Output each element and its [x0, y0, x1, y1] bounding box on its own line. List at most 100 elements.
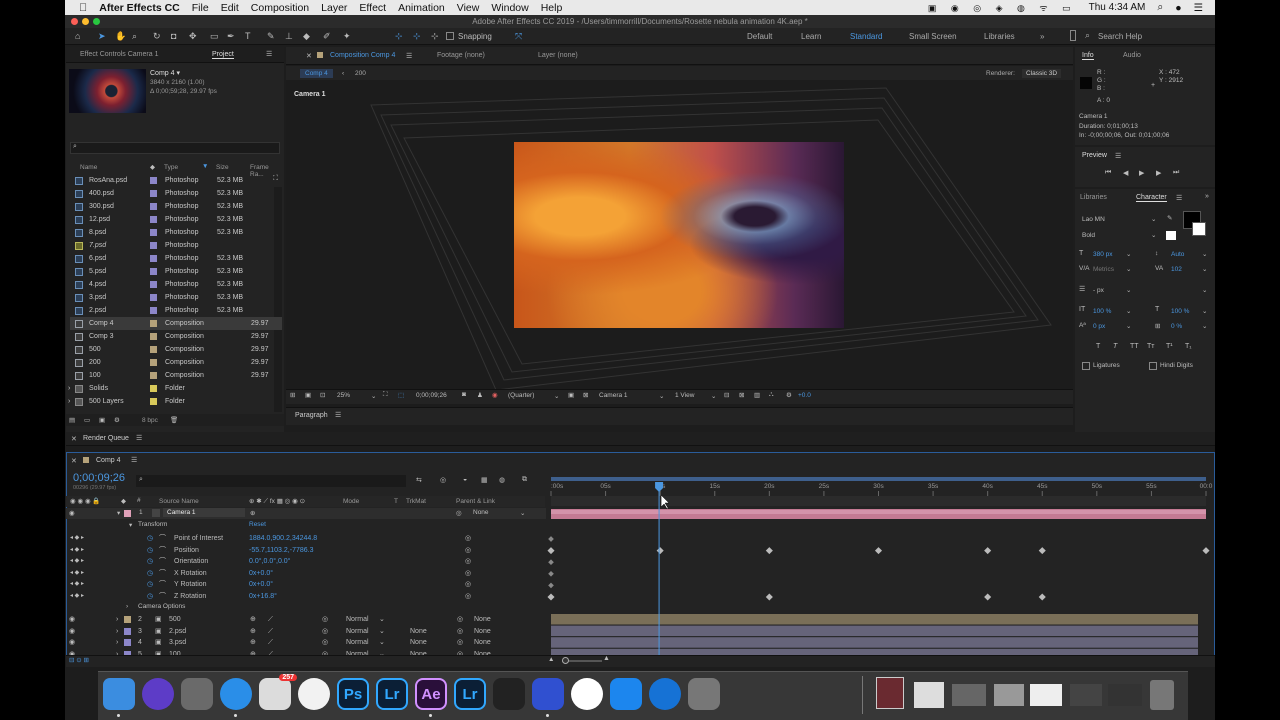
keyframe-navigator-icon[interactable]: ◂ ◆ ▸ [70, 545, 84, 557]
dock-doc-thumbnail-4[interactable] [994, 684, 1024, 706]
project-item[interactable]: 500 Layers Folder › [68, 395, 282, 408]
tab-info[interactable]: Info [1082, 52, 1094, 60]
workspace-small-screen[interactable]: Small Screen [909, 32, 957, 41]
tab-layer[interactable]: Layer (none) [538, 52, 578, 59]
timeline-footer-icons[interactable]: ⊟ ⊙ ⊞ [69, 656, 89, 664]
roi-icon[interactable]: ▣ [568, 391, 574, 399]
camera-options-twirl-icon[interactable]: › [126, 603, 128, 610]
mode-chevron-icon[interactable]: ⌄ [379, 626, 385, 638]
dock-finder-icon[interactable] [103, 678, 135, 710]
property-row[interactable]: ◂ ◆ ▸ ◷ ⌒ Z Rotation 0x+16.8° ◎ [66, 591, 1215, 603]
layer-twirl-icon[interactable]: › [116, 626, 118, 638]
menu-layer[interactable]: Layer [321, 2, 347, 14]
label-color-swatch[interactable] [150, 177, 157, 184]
search-help-icon[interactable]: ⌕ [1085, 30, 1090, 41]
layer-twirl-icon[interactable]: › [116, 614, 118, 626]
keyframe-navigator-icon[interactable]: ◂ ◆ ▸ [70, 556, 84, 568]
layer-row[interactable]: ◉ › 2 ▣ 500 ⊕ ⟋ ◎ Normal ⌄ None ◎ [66, 614, 1215, 626]
label-color-swatch[interactable] [124, 627, 131, 635]
3d-layer-icon[interactable]: ◎ [322, 626, 328, 638]
collapse-switch-icon[interactable]: ⊕ [250, 637, 256, 649]
apple-icon[interactable]:  [79, 2, 87, 14]
label-color-swatch[interactable] [124, 639, 131, 647]
project-item[interactable]: 5.psd Photoshop 52.3 MB [70, 265, 282, 278]
always-preview-icon[interactable]: ⊞ [290, 391, 295, 399]
region-icon[interactable]: ▣ [305, 391, 311, 399]
font-family-dropdown[interactable]: Lao MN [1082, 216, 1105, 223]
project-item[interactable]: 500 Composition 29.97 [70, 343, 282, 356]
prev-frame-icon[interactable]: ◀ [1123, 169, 1128, 177]
vscale-chevron-icon[interactable]: ⌄ [1126, 307, 1131, 315]
camera-view-dropdown[interactable]: Camera 1 [599, 392, 628, 399]
paragraph-tab[interactable]: Paragraph [295, 412, 328, 419]
visibility-icon[interactable]: ◉ [69, 637, 75, 649]
axis-world-icon[interactable]: ⊹ [413, 31, 421, 42]
project-item[interactable]: 200 Composition 29.97 [70, 356, 282, 369]
swap-color-icon[interactable] [1166, 231, 1176, 240]
3d-layer-icon[interactable]: ◎ [322, 637, 328, 649]
view-layout-chevron-icon[interactable]: ⌄ [711, 392, 716, 400]
stroke-chevron-icon[interactable]: ⌄ [1126, 286, 1131, 294]
dock-doc-thumbnail-6[interactable] [1070, 684, 1102, 706]
dock-teamviewer-icon[interactable] [649, 678, 681, 710]
exposure-value[interactable]: +0.0 [798, 392, 811, 399]
eyedropper-icon[interactable]: ✎ [1167, 214, 1172, 222]
menu-help[interactable]: Help [541, 2, 563, 14]
transform-reset-link[interactable]: Reset [249, 521, 266, 528]
label-color-swatch[interactable] [150, 294, 157, 301]
minimize-window-button[interactable] [82, 18, 89, 25]
hscale-chevron-icon[interactable]: ⌄ [1202, 307, 1207, 315]
label-color-swatch[interactable] [150, 203, 157, 210]
label-color-swatch[interactable] [150, 359, 157, 366]
keyframe-navigator-icon[interactable]: ◂ ◆ ▸ [70, 533, 84, 545]
dock-photoshop-icon[interactable]: Ps [337, 678, 369, 710]
close-window-button[interactable] [71, 18, 78, 25]
parent-dropdown[interactable]: None [474, 614, 491, 626]
paragraph-menu-icon[interactable]: ☰ [335, 411, 341, 419]
puppet-tool-icon[interactable]: ✦ [343, 31, 351, 42]
graph-icon[interactable]: ⌒ [159, 591, 166, 603]
dock-affinity-icon[interactable] [532, 678, 564, 710]
ligatures-checkbox[interactable] [1082, 362, 1090, 370]
property-row[interactable]: ◂ ◆ ▸ ◷ ⌒ X Rotation 0x+0.0° ◎ [66, 568, 1215, 580]
property-value[interactable]: 0.0°,0.0°,0.0° [249, 556, 290, 568]
comp-menu-icon[interactable]: ☰ [406, 52, 412, 60]
source-name-column[interactable]: Source Name [159, 498, 199, 505]
blend-mode-dropdown[interactable]: Normal [346, 637, 369, 649]
keyframe-navigator-icon[interactable]: ◂ ◆ ▸ [70, 568, 84, 580]
new-comp-icon[interactable]: ▣ [99, 416, 105, 424]
menu-window[interactable]: Window [491, 2, 528, 14]
channel-icon[interactable]: ◉ [492, 391, 498, 399]
preview-tab[interactable]: Preview [1082, 152, 1107, 159]
layer1-name[interactable]: Camera 1 [163, 508, 245, 517]
property-value[interactable]: 0x+16.8° [249, 591, 277, 603]
pickwhip-icon[interactable]: ◎ [457, 626, 463, 638]
bpc-label[interactable]: 8 bpc [142, 417, 158, 424]
dock-launchpad-icon[interactable] [181, 678, 213, 710]
graph-icon[interactable]: ⌒ [159, 545, 166, 557]
expression-pickwhip-icon[interactable]: ◎ [465, 568, 471, 580]
project-item[interactable]: 300.psd Photoshop 52.3 MB [70, 200, 282, 213]
fast-previews-icon[interactable]: ⊠ [739, 391, 744, 399]
zoom-in-icon[interactable]: ▲ [603, 655, 610, 662]
next-frame-icon[interactable]: ▶ [1156, 169, 1161, 177]
label-color-swatch[interactable] [150, 242, 157, 249]
zoom-out-icon[interactable]: ▲ [548, 656, 554, 663]
toggle-pixel-icon[interactable]: ⊟ [724, 391, 729, 399]
property-value[interactable]: -55.7,1103.2,-7786.3 [249, 545, 313, 557]
dock-doc-thumbnail-7[interactable] [1108, 684, 1142, 706]
property-value[interactable]: 1884.0,900.2,34244.8 [249, 533, 317, 545]
font-size-value[interactable]: 380 px [1093, 251, 1113, 258]
hand-tool-icon[interactable]: ✋ [115, 31, 126, 42]
hindi-digits-checkbox[interactable] [1149, 362, 1157, 370]
flowchart-view-icon[interactable]: ⛬ [769, 391, 774, 399]
project-item[interactable]: Solids Folder › [68, 382, 282, 395]
workspace-switch-icon[interactable] [1070, 30, 1076, 41]
close-tab-icon[interactable]: ✕ [306, 52, 312, 60]
visibility-icon[interactable]: ◉ [69, 614, 75, 626]
label-color-swatch[interactable] [150, 268, 157, 275]
trkmat-dropdown[interactable]: None [410, 626, 427, 638]
tab-effect-controls[interactable]: Effect Controls Camera 1 [80, 51, 158, 58]
parent-dropdown[interactable]: None [474, 626, 491, 638]
dock-music-icon[interactable] [571, 678, 603, 710]
